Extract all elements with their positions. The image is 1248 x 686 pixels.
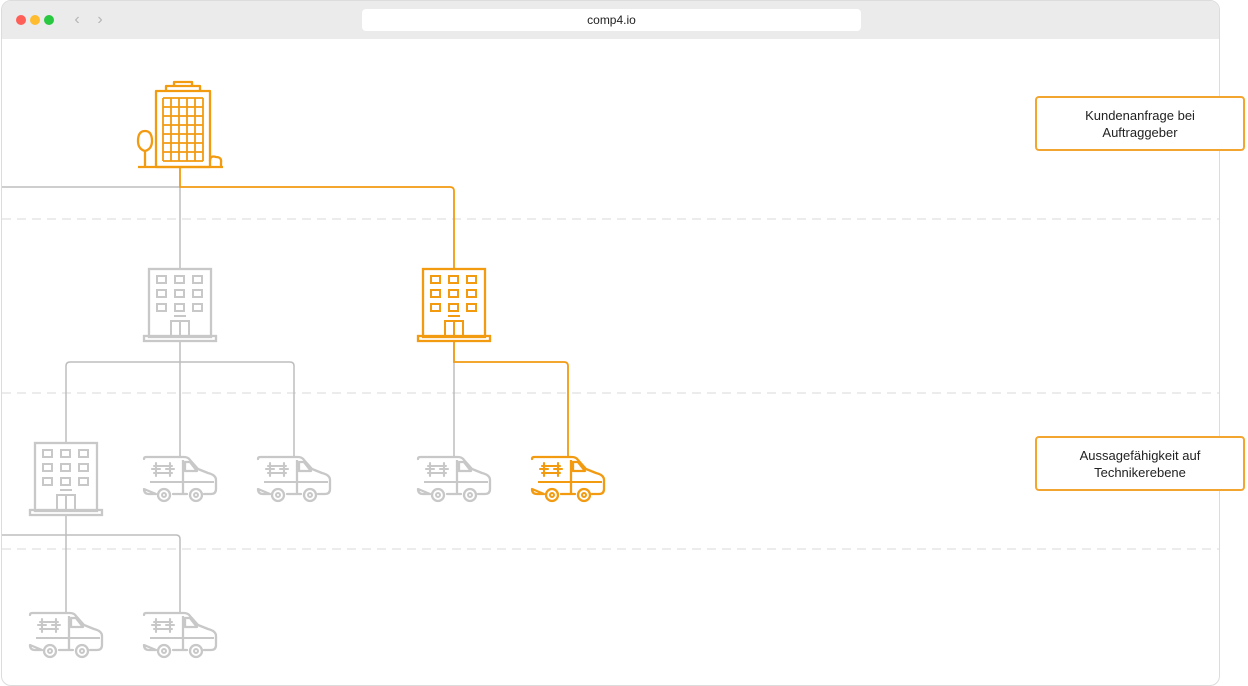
technician-vans bbox=[28, 455, 606, 659]
maximize-window-button[interactable] bbox=[44, 15, 54, 25]
chevron-left-icon[interactable]: ‹ bbox=[70, 11, 84, 29]
service-van-icon bbox=[142, 455, 218, 503]
service-van-icon bbox=[142, 611, 218, 659]
highlighted-connectors bbox=[179, 167, 569, 457]
office-building-icon bbox=[142, 267, 218, 343]
connector bbox=[2, 534, 181, 613]
minimize-window-button[interactable] bbox=[30, 15, 40, 25]
service-van-icon bbox=[28, 611, 104, 659]
service-van-icon bbox=[416, 455, 492, 503]
office-building-icon bbox=[28, 441, 104, 517]
service-van-icon-highlighted bbox=[530, 455, 606, 503]
browser-titlebar: ‹ › comp4.io bbox=[2, 1, 1219, 39]
branch-2 bbox=[416, 267, 492, 343]
callout-text: Kundenanfrage bei Auftraggeber bbox=[1085, 107, 1195, 140]
office-tower-icon bbox=[136, 80, 223, 169]
root-company bbox=[136, 80, 223, 169]
service-van-icon bbox=[256, 455, 332, 503]
office-building-icon bbox=[416, 267, 492, 343]
connector-highlighted bbox=[453, 342, 569, 457]
callout-technician-level: Aussagefähigkeit auf Technikerebene bbox=[1035, 436, 1245, 491]
connector-highlighted bbox=[179, 167, 455, 269]
address-bar[interactable]: comp4.io bbox=[362, 9, 861, 31]
branch-1 bbox=[142, 267, 218, 343]
sub-branch bbox=[28, 441, 104, 517]
close-window-button[interactable] bbox=[16, 15, 26, 25]
chevron-right-icon[interactable]: › bbox=[93, 11, 107, 29]
callout-customer-request: Kundenanfrage bei Auftraggeber bbox=[1035, 96, 1245, 151]
callout-text: Aussagefähigkeit auf Technikerebene bbox=[1079, 447, 1201, 480]
